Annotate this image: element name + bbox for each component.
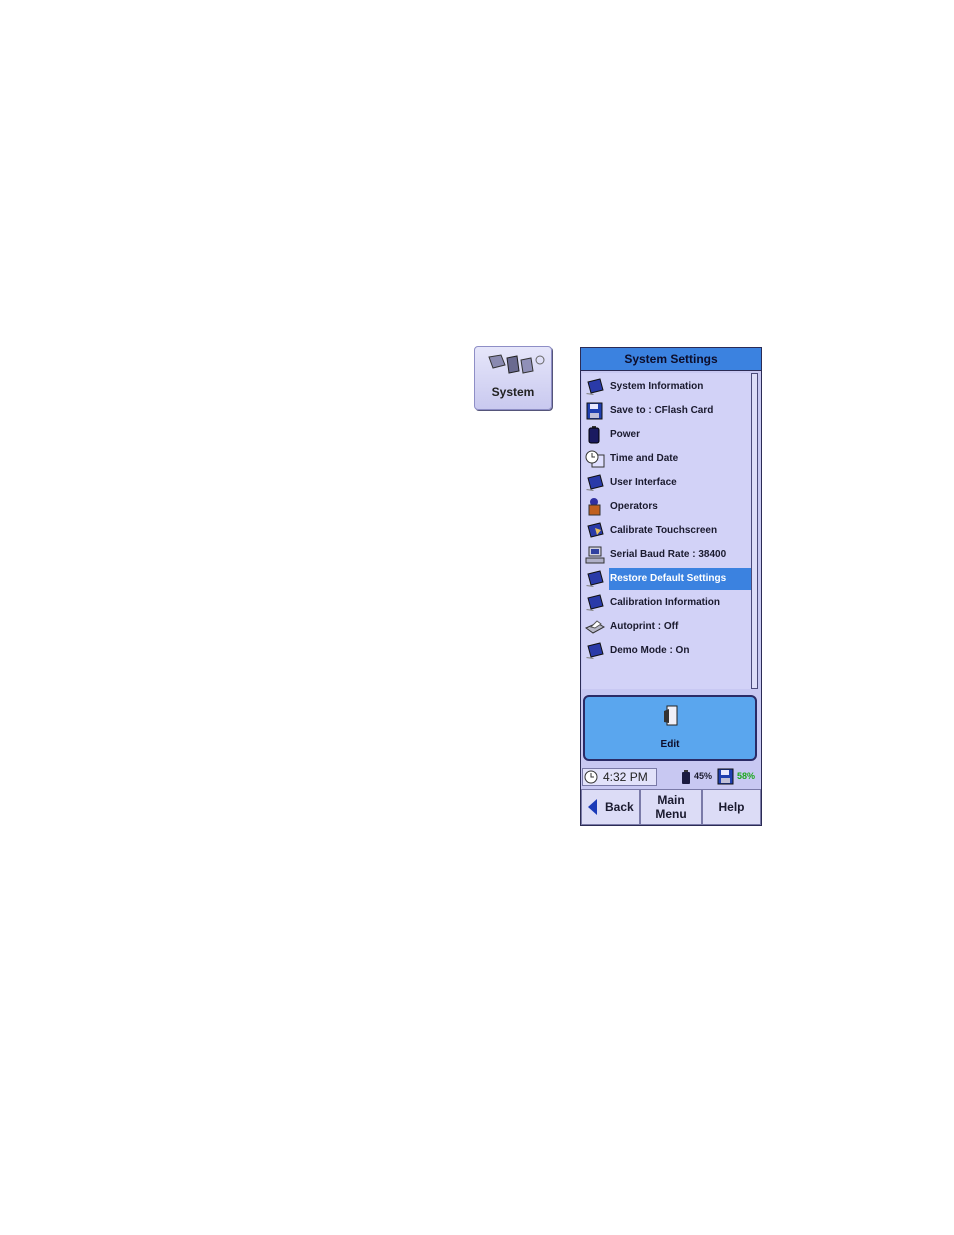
- list-item-calibration-information[interactable]: Calibration Information: [584, 592, 750, 614]
- clock-display[interactable]: 4:32 PM: [582, 768, 657, 786]
- edit-door-icon: [664, 705, 678, 726]
- device-icon: [586, 474, 604, 491]
- computer-icon: [585, 546, 605, 564]
- list-item-power[interactable]: Power: [584, 424, 750, 446]
- list-item-autoprint[interactable]: Autoprint : Off: [584, 616, 750, 638]
- device-icon: [586, 378, 604, 395]
- list-item-save-to[interactable]: Save to : CFlash Card: [584, 400, 750, 422]
- edit-button-label: Edit: [660, 739, 680, 750]
- system-shortcut-label: System: [491, 385, 535, 399]
- back-button[interactable]: Back: [581, 789, 640, 825]
- list-item-system-information[interactable]: System Information: [584, 376, 750, 398]
- list-item-operators[interactable]: Operators: [584, 496, 750, 518]
- back-button-label: Back: [605, 800, 634, 814]
- floppy-disk-icon: [586, 402, 603, 420]
- printer-icon: [585, 620, 605, 634]
- status-bar: 4:32 PM 45% 58%: [581, 766, 761, 788]
- list-item-serial-baud-rate[interactable]: Serial Baud Rate : 38400: [584, 544, 750, 566]
- device-icon: [586, 594, 604, 611]
- settings-list: System Information Save to : CFlash Card…: [582, 373, 753, 689]
- touchscreen-icon: [587, 522, 604, 538]
- main-menu-label-line2: Menu: [655, 807, 687, 821]
- system-settings-panel: System Settings System Information Save …: [580, 347, 762, 826]
- storage-level: 58%: [737, 771, 756, 781]
- list-item-user-interface[interactable]: User Interface: [584, 472, 750, 494]
- list-item-time-and-date[interactable]: Time and Date: [584, 448, 750, 470]
- back-arrow-icon: [588, 799, 597, 815]
- edit-button[interactable]: Edit: [583, 695, 757, 761]
- battery-level: 45%: [694, 771, 713, 781]
- battery-icon: [682, 770, 690, 784]
- panel-title: System Settings: [581, 348, 761, 371]
- operator-icon: [588, 498, 601, 516]
- list-scrollbar[interactable]: [751, 373, 758, 689]
- battery-icon: [588, 426, 600, 444]
- device-icon: [586, 570, 604, 587]
- clock-time: 4:32 PM: [603, 770, 648, 784]
- clock-icon: [584, 770, 598, 784]
- list-item-calibrate-touchscreen[interactable]: Calibrate Touchscreen: [584, 520, 750, 542]
- list-item-demo-mode[interactable]: Demo Mode : On: [584, 640, 750, 662]
- main-menu-label-line1: Main: [657, 793, 685, 807]
- help-button[interactable]: Help: [702, 789, 761, 825]
- list-item-restore-default-settings[interactable]: Restore Default Settings: [584, 568, 753, 590]
- device-icon: [586, 642, 604, 659]
- system-settings-icon: [488, 354, 545, 374]
- clock-calendar-icon: [585, 450, 605, 468]
- main-menu-button[interactable]: Main Menu: [640, 789, 702, 825]
- bottom-navigation: Back Main Menu Help: [581, 789, 761, 825]
- storage-icon: [717, 768, 734, 785]
- system-shortcut-button[interactable]: System: [474, 346, 552, 410]
